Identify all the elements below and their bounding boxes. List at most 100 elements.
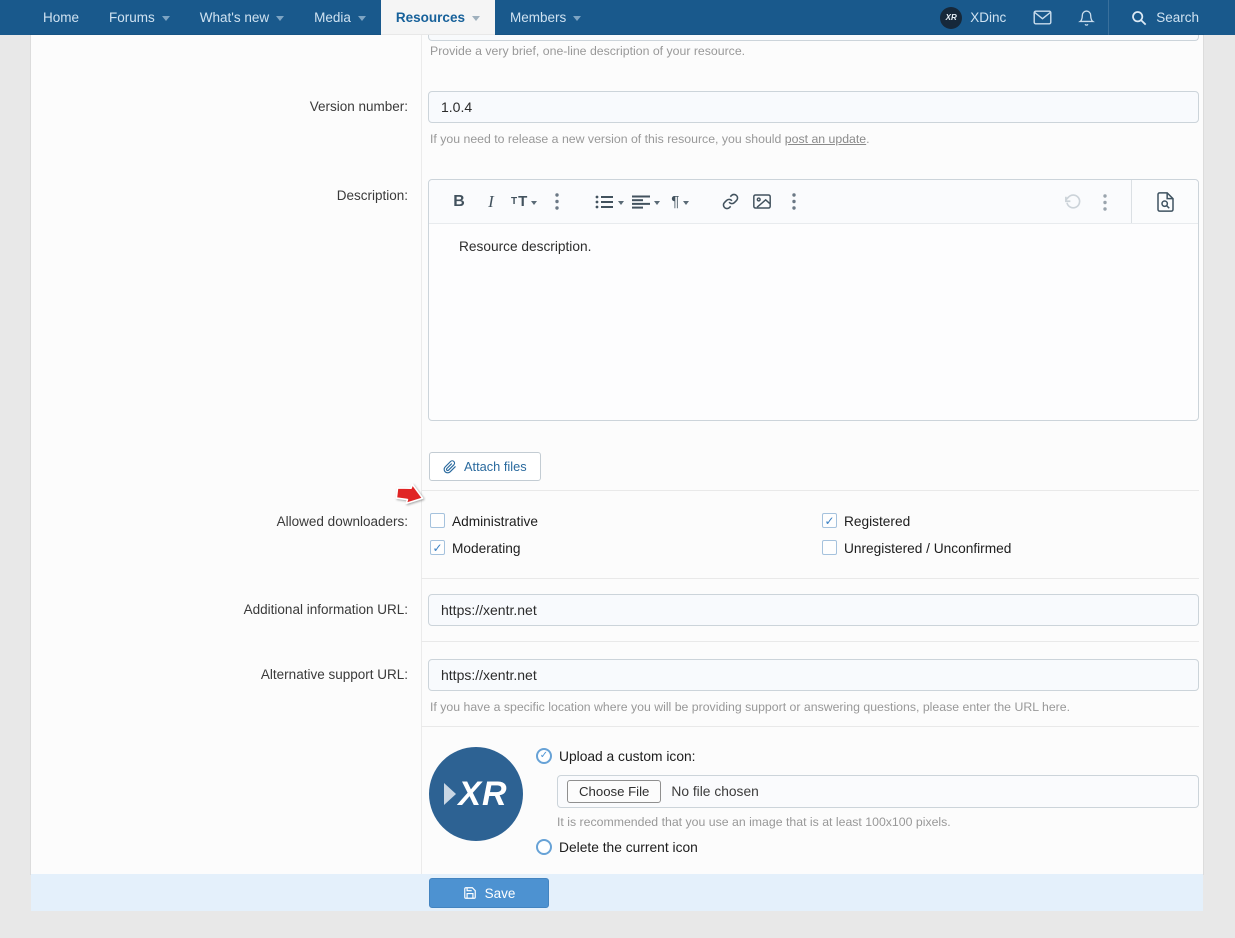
nav-item-label: What's new xyxy=(200,10,269,25)
search-icon xyxy=(1131,10,1147,26)
chevron-down-icon xyxy=(358,16,366,21)
paragraph-format-button[interactable]: ¶ xyxy=(668,188,692,216)
align-button[interactable] xyxy=(632,188,660,216)
resource-icon-preview: XR xyxy=(429,747,523,841)
chevron-down-icon xyxy=(618,201,624,205)
xtr-logo: XR xyxy=(444,775,507,814)
italic-button[interactable]: I xyxy=(479,188,503,216)
alerts-button[interactable] xyxy=(1065,0,1108,35)
save-button[interactable]: Save xyxy=(429,878,549,908)
attach-files-button[interactable]: Attach files xyxy=(429,452,541,481)
search-button[interactable]: Search xyxy=(1108,0,1235,35)
save-label: Save xyxy=(485,886,516,901)
ellipsis-vertical-icon xyxy=(1103,194,1107,211)
chevron-down-icon xyxy=(654,201,660,205)
logo-triangle xyxy=(444,783,456,805)
resource-edit-form: Provide a very brief, one-line descripti… xyxy=(31,35,1203,874)
nav-item-forums[interactable]: Forums xyxy=(94,0,185,35)
nav-item-members[interactable]: Members xyxy=(495,0,596,35)
editor-toolbar-right xyxy=(1061,180,1198,223)
version-explain-period: . xyxy=(866,132,869,146)
icon-size-explain: It is recommended that you use an image … xyxy=(557,815,951,829)
editor-toolbar: B I TT xyxy=(429,180,1198,224)
envelope-icon xyxy=(1033,10,1052,25)
chevron-down-icon xyxy=(573,16,581,21)
version-number-label: Version number: xyxy=(31,99,408,114)
undo-icon xyxy=(1064,193,1082,211)
support-url-input[interactable] xyxy=(428,659,1199,691)
top-nav: Home Forums What's new Media Resources M… xyxy=(0,0,1235,35)
chevron-down-icon xyxy=(683,201,689,205)
tagline-input-bottom[interactable] xyxy=(428,35,1199,41)
row-divider xyxy=(421,578,1199,579)
image-icon xyxy=(753,194,771,209)
logo-text: XR xyxy=(458,775,507,814)
description-label: Description: xyxy=(31,188,408,203)
nav-item-label: Forums xyxy=(109,10,155,25)
checkbox-unregistered[interactable] xyxy=(822,540,837,555)
insert-image-button[interactable] xyxy=(750,188,774,216)
checkbox-label-administrative[interactable]: Administrative xyxy=(452,514,538,529)
nav-tabs: Home Forums What's new Media Resources M… xyxy=(0,0,596,35)
save-icon xyxy=(463,886,477,900)
bell-icon xyxy=(1078,9,1095,27)
ellipsis-vertical-icon xyxy=(555,193,559,210)
file-upload-field: Choose File No file chosen xyxy=(557,775,1199,808)
upload-icon-label[interactable]: Upload a custom icon: xyxy=(559,749,696,764)
search-label: Search xyxy=(1156,10,1199,25)
radio-delete-icon[interactable] xyxy=(536,839,552,855)
paperclip-icon xyxy=(443,460,457,474)
nav-item-home[interactable]: Home xyxy=(28,0,94,35)
rich-text-editor: B I TT xyxy=(428,179,1199,421)
version-explain: If you need to release a new version of … xyxy=(430,132,870,146)
nav-item-label: Resources xyxy=(396,10,465,25)
editor-menu-button[interactable] xyxy=(1093,188,1117,216)
link-icon xyxy=(722,193,739,210)
username: XDinc xyxy=(970,10,1006,25)
nav-right: XR XDinc Search xyxy=(926,0,1235,35)
user-menu[interactable]: XR XDinc xyxy=(926,0,1020,35)
more-insert-button[interactable] xyxy=(782,188,806,216)
description-text: Resource description. xyxy=(459,239,591,254)
nav-item-label: Members xyxy=(510,10,566,25)
inbox-button[interactable] xyxy=(1020,0,1065,35)
checkbox-registered[interactable] xyxy=(822,513,837,528)
chevron-down-icon xyxy=(531,201,537,205)
checkbox-label-registered[interactable]: Registered xyxy=(844,514,910,529)
delete-icon-label[interactable]: Delete the current icon xyxy=(559,840,698,855)
row-divider xyxy=(421,641,1199,642)
nav-item-label: Media xyxy=(314,10,351,25)
checkbox-label-moderating[interactable]: Moderating xyxy=(452,541,520,556)
bold-button[interactable]: B xyxy=(447,188,471,216)
version-number-input[interactable] xyxy=(428,91,1199,123)
no-file-chosen-text: No file chosen xyxy=(671,784,758,799)
avatar: XR xyxy=(940,7,962,29)
font-size-button[interactable]: TT xyxy=(511,188,537,216)
checkbox-label-unregistered[interactable]: Unregistered / Unconfirmed xyxy=(844,541,1011,556)
support-url-label: Alternative support URL: xyxy=(31,667,408,682)
row-divider xyxy=(421,726,1199,727)
more-format-button[interactable] xyxy=(545,188,569,216)
chevron-down-icon xyxy=(276,16,284,21)
list-button[interactable] xyxy=(595,188,624,216)
editor-content[interactable]: Resource description. xyxy=(429,224,1198,414)
additional-url-input[interactable] xyxy=(428,594,1199,626)
post-an-update-link[interactable]: post an update xyxy=(785,132,866,146)
tagline-explain: Provide a very brief, one-line descripti… xyxy=(430,44,745,58)
form-footer: Save xyxy=(31,874,1203,911)
label-column-divider xyxy=(421,35,422,874)
checkbox-administrative[interactable] xyxy=(430,513,445,528)
allowed-downloaders-label: Allowed downloaders: xyxy=(31,514,408,529)
preview-button[interactable] xyxy=(1131,180,1198,223)
undo-button[interactable] xyxy=(1061,188,1085,216)
nav-item-whats-new[interactable]: What's new xyxy=(185,0,299,35)
choose-file-button[interactable]: Choose File xyxy=(567,780,661,803)
nav-item-resources[interactable]: Resources xyxy=(381,0,495,35)
chevron-down-icon xyxy=(472,16,480,21)
ellipsis-vertical-icon xyxy=(792,193,796,210)
nav-item-media[interactable]: Media xyxy=(299,0,381,35)
radio-upload-icon[interactable] xyxy=(536,748,552,764)
checkbox-moderating[interactable] xyxy=(430,540,445,555)
insert-link-button[interactable] xyxy=(718,188,742,216)
chevron-down-icon xyxy=(162,16,170,21)
